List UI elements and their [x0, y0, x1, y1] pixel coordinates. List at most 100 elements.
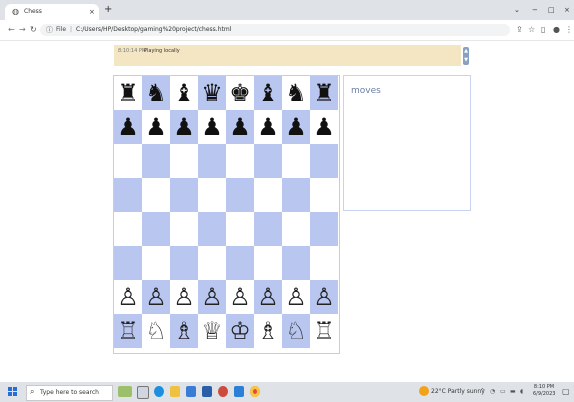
- square-d7[interactable]: ♟: [198, 110, 226, 144]
- sidebar-icon[interactable]: ▯: [541, 25, 545, 35]
- square-c3[interactable]: [170, 246, 198, 280]
- square-c1[interactable]: ♗: [170, 314, 198, 348]
- square-d3[interactable]: [198, 246, 226, 280]
- white-king-icon[interactable]: ♔: [226, 314, 254, 348]
- square-e8[interactable]: ♚: [226, 76, 254, 110]
- white-pawn-icon[interactable]: ♙: [198, 280, 226, 314]
- square-e2[interactable]: ♙: [226, 280, 254, 314]
- white-queen-icon[interactable]: ♕: [198, 314, 226, 348]
- square-c7[interactable]: ♟: [170, 110, 198, 144]
- task-view-icon[interactable]: [137, 386, 149, 399]
- square-e3[interactable]: [226, 246, 254, 280]
- tab-close-icon[interactable]: ×: [89, 7, 95, 17]
- square-h6[interactable]: [310, 144, 338, 178]
- weather-text[interactable]: 22°C Partly sunny: [431, 387, 485, 397]
- black-pawn-icon[interactable]: ♟: [254, 110, 282, 144]
- battery-icon[interactable]: ▬: [510, 387, 516, 397]
- square-g5[interactable]: [282, 178, 310, 212]
- square-g2[interactable]: ♙: [282, 280, 310, 314]
- url-text[interactable]: C:/Users/HP/Desktop/gaming%20project/che…: [76, 25, 231, 35]
- square-h1[interactable]: ♖: [310, 314, 338, 348]
- white-pawn-icon[interactable]: ♙: [310, 280, 338, 314]
- square-b3[interactable]: [142, 246, 170, 280]
- taskbar-clock[interactable]: 8:10 PM 6/9/2023: [533, 384, 555, 398]
- square-c5[interactable]: [170, 178, 198, 212]
- black-pawn-icon[interactable]: ♟: [170, 110, 198, 144]
- square-c6[interactable]: [170, 144, 198, 178]
- white-pawn-icon[interactable]: ♙: [114, 280, 142, 314]
- square-g8[interactable]: ♞: [282, 76, 310, 110]
- black-bishop-icon[interactable]: ♝: [170, 76, 198, 110]
- white-knight-icon[interactable]: ♘: [282, 314, 310, 348]
- network-icon[interactable]: ◔: [490, 387, 495, 397]
- windows-start-icon[interactable]: [8, 387, 18, 397]
- square-f4[interactable]: [254, 212, 282, 246]
- white-pawn-icon[interactable]: ♙: [226, 280, 254, 314]
- square-a3[interactable]: [114, 246, 142, 280]
- mail-icon[interactable]: [202, 386, 212, 397]
- black-knight-icon[interactable]: ♞: [142, 76, 170, 110]
- square-h4[interactable]: [310, 212, 338, 246]
- square-d5[interactable]: [198, 178, 226, 212]
- black-pawn-icon[interactable]: ♟: [114, 110, 142, 144]
- volume-icon[interactable]: ◖: [520, 387, 523, 397]
- status-scrollbar[interactable]: ▲ ▼: [463, 47, 469, 65]
- scroll-down-icon[interactable]: ▼: [463, 56, 469, 64]
- black-pawn-icon[interactable]: ♟: [142, 110, 170, 144]
- black-queen-icon[interactable]: ♛: [198, 76, 226, 110]
- square-f1[interactable]: ♗: [254, 314, 282, 348]
- weather-icon[interactable]: [419, 386, 429, 396]
- scroll-up-icon[interactable]: ▲: [463, 47, 469, 55]
- address-bar[interactable]: ⓘ File | C:/Users/HP/Desktop/gaming%20pr…: [40, 24, 510, 36]
- chevron-up-icon[interactable]: ^: [480, 387, 485, 397]
- square-a1[interactable]: ♖: [114, 314, 142, 348]
- square-f3[interactable]: [254, 246, 282, 280]
- square-f2[interactable]: ♙: [254, 280, 282, 314]
- vscode-icon[interactable]: [234, 386, 244, 397]
- square-b7[interactable]: ♟: [142, 110, 170, 144]
- tab-search-icon[interactable]: ⌄: [514, 6, 520, 14]
- white-pawn-icon[interactable]: ♙: [282, 280, 310, 314]
- square-d2[interactable]: ♙: [198, 280, 226, 314]
- square-g4[interactable]: [282, 212, 310, 246]
- square-g7[interactable]: ♟: [282, 110, 310, 144]
- edge-icon[interactable]: [154, 386, 164, 397]
- info-icon[interactable]: ⓘ: [46, 25, 53, 35]
- square-a7[interactable]: ♟: [114, 110, 142, 144]
- new-tab-button[interactable]: +: [104, 5, 112, 15]
- square-e6[interactable]: [226, 144, 254, 178]
- display-icon[interactable]: ▭: [500, 387, 506, 397]
- square-d6[interactable]: [198, 144, 226, 178]
- square-e7[interactable]: ♟: [226, 110, 254, 144]
- share-icon[interactable]: ⇪: [516, 25, 523, 35]
- square-b4[interactable]: [142, 212, 170, 246]
- square-f8[interactable]: ♝: [254, 76, 282, 110]
- square-d1[interactable]: ♕: [198, 314, 226, 348]
- square-a2[interactable]: ♙: [114, 280, 142, 314]
- square-e5[interactable]: [226, 178, 254, 212]
- menu-icon[interactable]: ⋮: [565, 25, 573, 35]
- notification-icon[interactable]: ▢: [562, 387, 570, 397]
- reload-icon[interactable]: ↻: [30, 25, 37, 35]
- square-a4[interactable]: [114, 212, 142, 246]
- widgets-icon[interactable]: [118, 386, 132, 397]
- black-knight-icon[interactable]: ♞: [282, 76, 310, 110]
- white-bishop-icon[interactable]: ♗: [254, 314, 282, 348]
- white-pawn-icon[interactable]: ♙: [142, 280, 170, 314]
- square-a5[interactable]: [114, 178, 142, 212]
- chess-board[interactable]: ♜ ♞ ♝ ♛ ♚ ♝ ♞ ♜ ♟ ♟ ♟ ♟ ♟ ♟ ♟ ♟ ♙ ♙ ♙ ♙ ♙ ♙ ♙ ♙ ♖ ♘ ♗ ♕ ♔ ♗ ♘ ♖: [113, 75, 340, 354]
- square-d8[interactable]: ♛: [198, 76, 226, 110]
- square-g6[interactable]: [282, 144, 310, 178]
- bookmark-star-icon[interactable]: ☆: [528, 25, 535, 35]
- square-d4[interactable]: [198, 212, 226, 246]
- black-king-icon[interactable]: ♚: [226, 76, 254, 110]
- white-rook-icon[interactable]: ♖: [310, 314, 338, 348]
- square-b2[interactable]: ♙: [142, 280, 170, 314]
- square-f5[interactable]: [254, 178, 282, 212]
- square-c8[interactable]: ♝: [170, 76, 198, 110]
- white-pawn-icon[interactable]: ♙: [170, 280, 198, 314]
- square-c4[interactable]: [170, 212, 198, 246]
- square-h2[interactable]: ♙: [310, 280, 338, 314]
- square-b6[interactable]: [142, 144, 170, 178]
- file-explorer-icon[interactable]: [170, 386, 180, 397]
